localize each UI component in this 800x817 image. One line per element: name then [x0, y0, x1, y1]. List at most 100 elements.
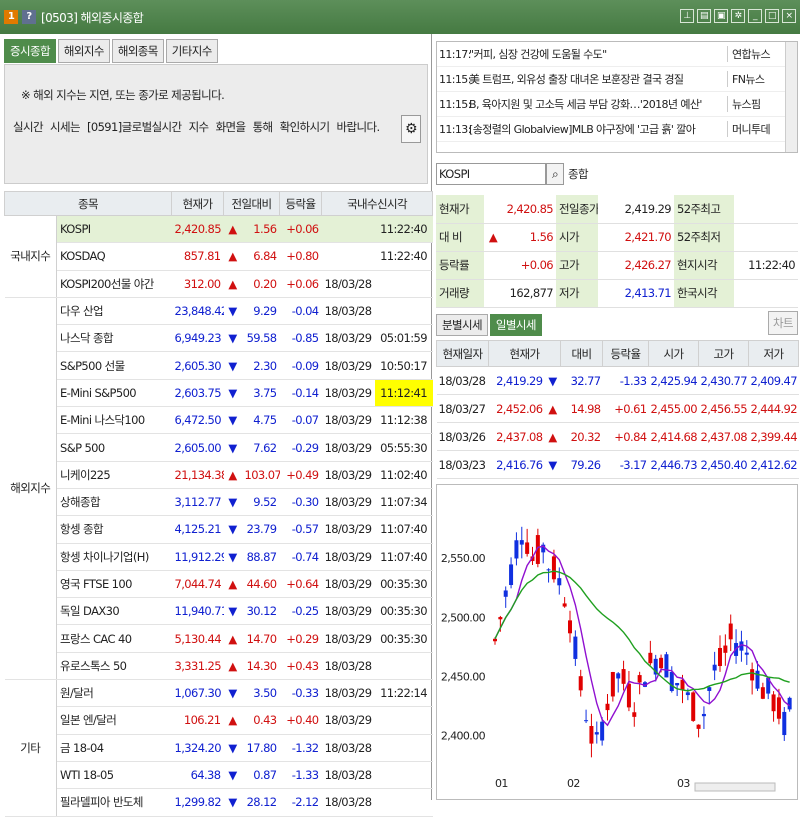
- table-row[interactable]: 상해종합 3,112.77 ▼ 9.52 -0.30 18/03/29 11:07:34: [5, 488, 433, 517]
- daily-rate: +0.61: [602, 394, 649, 423]
- down-arrow-icon: ▼: [223, 761, 242, 790]
- tab-other-index[interactable]: 기타지수: [165, 39, 218, 63]
- table-row[interactable]: 일본 엔/달러 106.21 ▲ 0.43 +0.40 18/03/29: [5, 706, 433, 735]
- close-icon[interactable]: ×: [782, 9, 796, 23]
- table-row[interactable]: 항셍 종합 4,125.21 ▼ 23.79 -0.57 18/03/29 11:07:40: [5, 515, 433, 544]
- row-change: 30.12: [241, 597, 280, 626]
- row-time: 00:35:30: [374, 570, 433, 599]
- table-row[interactable]: E-Mini 나스닥100 6,472.50 ▼ 4.75 -0.07 18/03/29 1…: [5, 406, 433, 435]
- row-time: 11:12:41: [374, 379, 433, 408]
- daily-row[interactable]: 18/03/23 2,416.76 ▼ 79.26 -3.17 2,446.73 2,450…: [436, 450, 799, 479]
- news-scrollbar[interactable]: [785, 42, 797, 152]
- row-price: 6,949.23: [171, 324, 224, 353]
- row-change: 9.29: [241, 297, 280, 326]
- row-date: 18/03/28: [321, 761, 375, 790]
- news-item[interactable]: 11:13: [송정렬의 Globalview]MLB 야구장에 '고급 흙' 깔…: [437, 117, 797, 142]
- tab-daily-quotes[interactable]: 일별시세: [489, 314, 542, 336]
- daily-low: 2,444.92: [748, 394, 799, 423]
- table-row[interactable]: 영국 FTSE 100 7,044.74 ▲ 44.60 +0.64 18/03/29 00…: [5, 570, 433, 599]
- row-price: 11,940.71: [171, 597, 224, 626]
- table-row[interactable]: 니케이225 21,134.38 ▲ 103.07 +0.49 18/03/29 11:02…: [5, 461, 433, 489]
- quote-row: 현재가 2,420.85 전일종가 2,419.29 52주최고: [436, 195, 799, 224]
- row-price: 312.00: [171, 270, 224, 298]
- left-pane: 증시종합 해외지수 해외종목 기타지수 ※ 해외 지수는 지연, 또는 종가로 …: [0, 34, 434, 817]
- ma-short-line: [494, 545, 791, 727]
- down-arrow-icon: ▼: [223, 406, 242, 435]
- minimize-icon[interactable]: _: [748, 9, 762, 23]
- col-open[interactable]: 시가: [648, 340, 700, 367]
- symbol-input[interactable]: KOSPI: [436, 163, 546, 185]
- table-row[interactable]: KOSPI200선물 야간 312.00 ▲ 0.20 +0.06 18/03/28: [5, 270, 433, 298]
- daily-open: 2,414.68: [648, 422, 699, 451]
- table-row[interactable]: 나스닥 종합 6,949.23 ▼ 59.58 -0.85 18/03/29 05:01:5…: [5, 324, 433, 353]
- down-arrow-icon: ▼: [223, 788, 242, 817]
- daily-open: 2,446.73: [648, 450, 699, 479]
- col-rate[interactable]: 등락율: [602, 340, 650, 367]
- news-item[interactable]: 11:15: 美 트럼프, 외유성 출장 대녀온 보훈장관 결국 경질 FN뉴스: [437, 67, 797, 92]
- save-icon[interactable]: ▣: [714, 9, 728, 23]
- table-row[interactable]: 국내지수 KOSPI 2,420.85 ▲ 1.56 +0.06 11:22:40: [4, 215, 433, 298]
- news-item[interactable]: 11:15: B, 육아지원 및 고소득 세금 부담 강화…'2018년 예산' 뉴…: [437, 92, 797, 117]
- table-row[interactable]: 필라델피아 반도체 1,299.82 ▼ 28.12 -2.12 18/03/28: [5, 788, 433, 817]
- print-icon[interactable]: ▤: [697, 9, 711, 23]
- row-rate: -1.33: [279, 761, 322, 790]
- table-row[interactable]: 항셍 차이나기업(H) 11,912.29 ▼ 88.87 -0.74 18/03/29 1…: [5, 543, 433, 571]
- pin-icon[interactable]: ⊥: [680, 9, 694, 23]
- tab-market-summary[interactable]: 증시종합: [4, 39, 56, 63]
- table-row[interactable]: E-Mini S&P500 2,603.75 ▼ 3.75 -0.14 18/03/29 1…: [5, 379, 433, 408]
- help-icon[interactable]: ?: [22, 10, 36, 24]
- settings-icon[interactable]: ✲: [731, 9, 745, 23]
- table-row[interactable]: 해외지수 다우 산업 23,848.42 ▼ 9.29 -0.04 18/03/28: [4, 297, 433, 681]
- maximize-icon[interactable]: □: [765, 9, 779, 23]
- table-row[interactable]: 독일 DAX30 11,940.71 ▼ 30.12 -0.25 18/03/29 00:3…: [5, 597, 433, 626]
- table-row[interactable]: KOSDAQ 857.81 ▲ 6.84 +0.80 11:22:40: [5, 242, 433, 271]
- table-row[interactable]: 유로스톡스 50 3,331.25 ▲ 14.30 +0.43 18/03/28: [5, 652, 433, 681]
- col-change[interactable]: 전일대비: [222, 191, 281, 216]
- title-bar: 1 ? [0503] 해외증시종합 ⊥ ▤ ▣ ✲ _ □ ×: [0, 0, 800, 34]
- table-row[interactable]: WTI 18-05 64.38 ▼ 0.87 -1.33 18/03/28: [5, 761, 433, 790]
- col-low[interactable]: 저가: [748, 340, 800, 367]
- down-arrow-icon: ▼: [223, 597, 242, 626]
- col-time[interactable]: 국내수신시각: [321, 191, 434, 216]
- row-change: 103.07: [241, 461, 280, 489]
- col-high[interactable]: 고가: [698, 340, 750, 367]
- daily-row[interactable]: 18/03/26 2,437.08 ▲ 20.32 +0.84 2,414.68 2,437…: [436, 422, 799, 451]
- table-row[interactable]: S&P 500 2,605.00 ▼ 7.62 -0.29 18/03/29 05:55:3…: [5, 433, 433, 462]
- daily-rate: -1.33: [602, 366, 649, 395]
- row-time: 11:22:40: [374, 242, 433, 271]
- col-change[interactable]: 대비: [560, 340, 604, 367]
- chart-button[interactable]: 차트: [768, 311, 798, 335]
- col-price[interactable]: 현재가: [171, 191, 224, 216]
- daily-high: 2,437.08: [698, 422, 749, 451]
- table-row[interactable]: 기타 원/달러 1,067.30 ▼ 3.50 -0.33 18/03/29 11:22:14: [4, 679, 433, 817]
- search-icon[interactable]: ⌕: [546, 163, 564, 185]
- row-date: [321, 242, 375, 271]
- table-row[interactable]: 프랑스 CAC 40 5,130.44 ▲ 14.70 +0.29 18/03/29 00:…: [5, 624, 433, 653]
- news-item[interactable]: 11:17: "커피, 심장 건강에 도움될 수도" 연합뉴스: [437, 42, 797, 67]
- tab-overseas-index[interactable]: 해외지수: [57, 39, 110, 63]
- daily-row[interactable]: 18/03/28 2,419.29 ▼ 32.77 -1.33 2,425.94 2,430…: [436, 366, 799, 395]
- table-row[interactable]: S&P500 선물 2,605.30 ▼ 2.30 -0.09 18/03/29 10:50…: [5, 351, 433, 380]
- tab-minute-quotes[interactable]: 분별시세: [436, 314, 488, 336]
- row-time: 11:07:34: [374, 488, 433, 517]
- daily-change: 20.32: [560, 422, 603, 451]
- screen-number-badge[interactable]: 1: [4, 10, 18, 24]
- daily-row[interactable]: 18/03/27 2,452.06 ▲ 14.98 +0.61 2,455.00 2,456…: [436, 394, 799, 423]
- col-rate[interactable]: 등락율: [279, 191, 323, 216]
- table-row[interactable]: 금 18-04 1,324.20 ▼ 17.80 -1.32 18/03/28: [5, 734, 433, 762]
- row-price: 857.81: [171, 242, 224, 271]
- col-price[interactable]: 현재가: [487, 340, 562, 367]
- row-rate: -0.30: [279, 488, 322, 517]
- daily-high: 2,450.40: [698, 450, 749, 479]
- candlestick-chart[interactable]: 2,550.00 2,500.00 2,450.00 2,400.00 01 02 03: [436, 484, 798, 800]
- gear-icon[interactable]: ⚙: [401, 115, 421, 143]
- candle-body: [573, 636, 578, 659]
- ma-long-line: [494, 570, 790, 692]
- candle-body: [562, 603, 567, 607]
- quote-value: 2,413.71: [598, 279, 675, 308]
- col-name[interactable]: 종목: [4, 191, 172, 216]
- quote-value: 2,419.29: [598, 195, 675, 224]
- candle-body: [568, 620, 572, 634]
- tab-overseas-stock[interactable]: 해외종목: [111, 39, 164, 63]
- col-date[interactable]: 현재일자: [436, 340, 489, 367]
